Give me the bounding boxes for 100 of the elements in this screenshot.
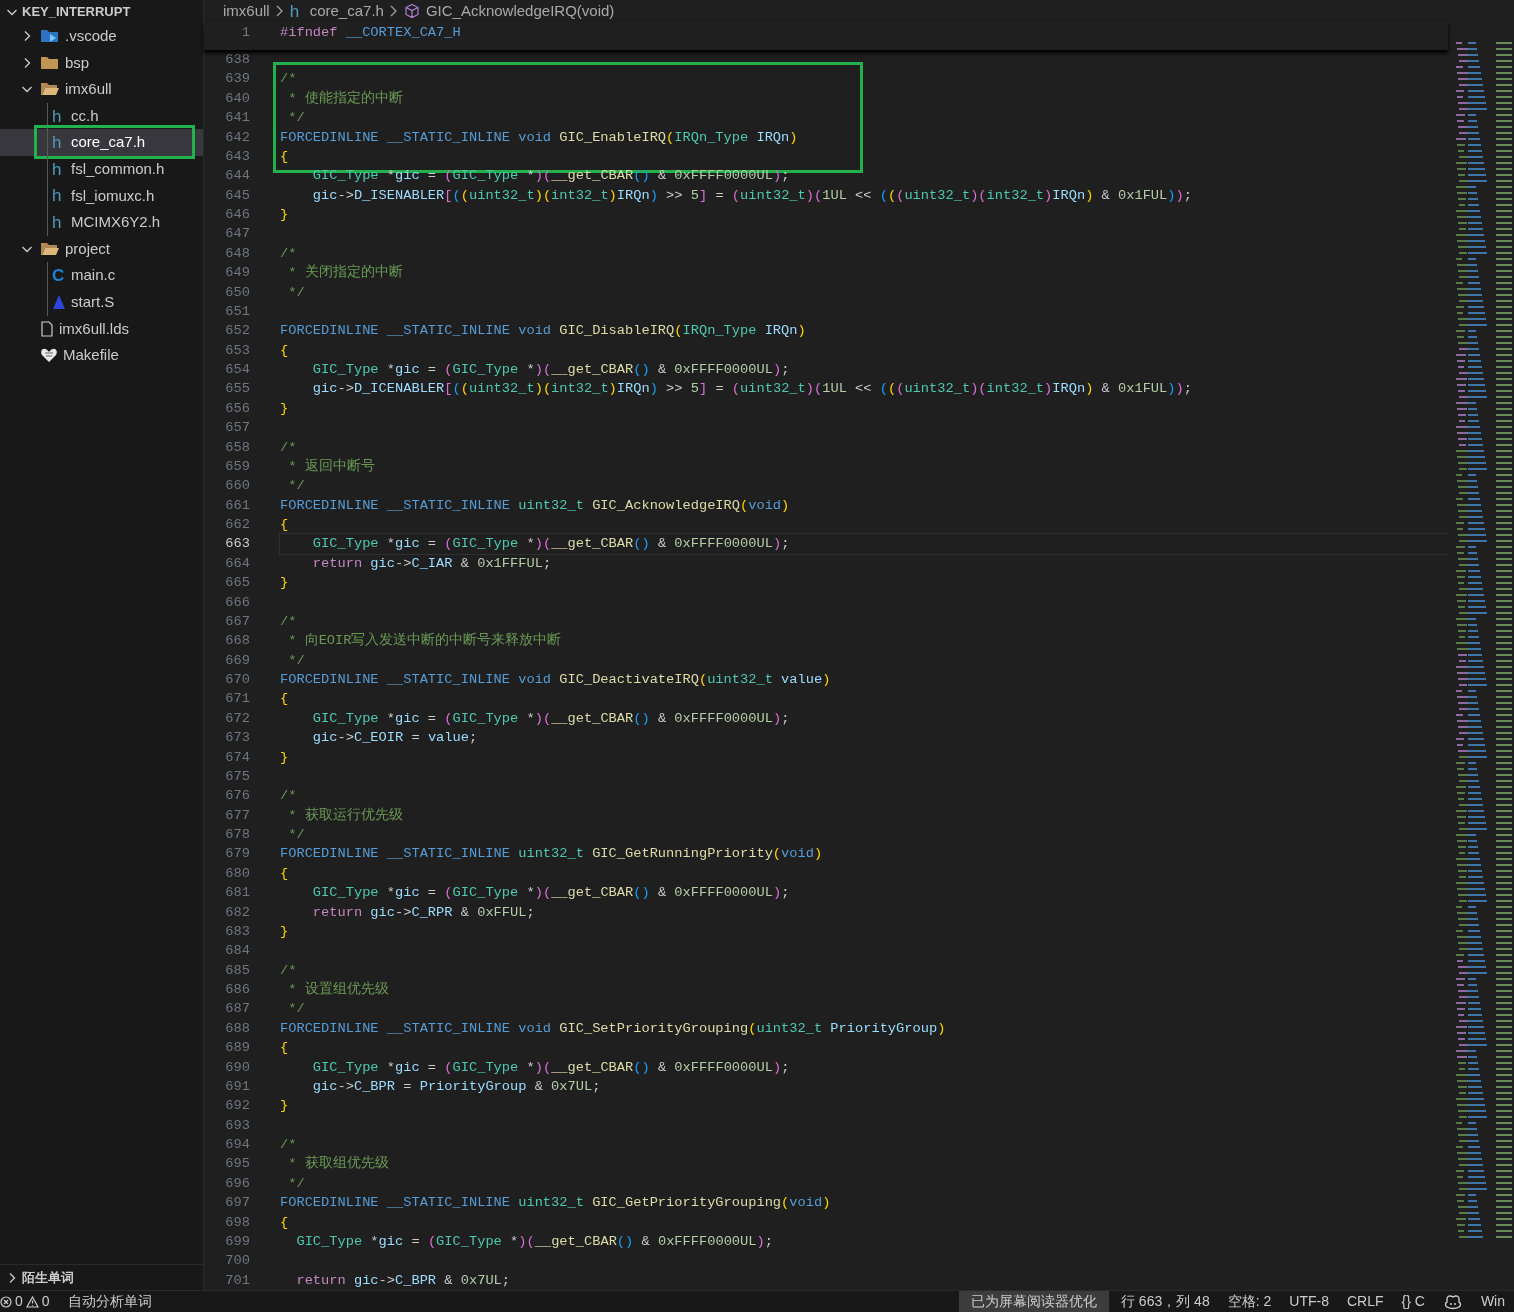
line-number: 696 bbox=[225, 1174, 250, 1193]
line-number: 655 bbox=[225, 380, 250, 399]
explorer-header[interactable]: KEY_INTERRUPT bbox=[0, 0, 203, 23]
line-number: 676 bbox=[225, 787, 250, 806]
line-number: 687 bbox=[225, 1000, 250, 1019]
code-line: } bbox=[280, 1097, 290, 1116]
line-number: 658 bbox=[225, 438, 250, 457]
code-line: } bbox=[280, 206, 290, 224]
code-line: * 关闭指定的中断 bbox=[287, 263, 404, 283]
breadcrumb-item[interactable]: GIC_AcknowledgeIRQ(void) bbox=[403, 0, 615, 23]
line-number: 679 bbox=[225, 845, 250, 864]
code-line: FORCEDINLINE __STATIC_INLINE uint32_t GIC_GetPriorityGrouping(void) bbox=[280, 1194, 832, 1213]
code-line: return gic->C_RPR & 0xFFUL; bbox=[311, 903, 536, 922]
code-line: FORCEDINLINE __STATIC_INLINE uint32_t GIC_AcknowledgeIRQ(void) bbox=[280, 496, 791, 515]
code-line: */ bbox=[287, 477, 306, 496]
file-item[interactable]: C main.c bbox=[0, 262, 203, 289]
breadcrumb-item[interactable]: imx6ull bbox=[223, 0, 270, 23]
triangle-icon bbox=[52, 294, 66, 311]
code-line: FORCEDINLINE __STATIC_INLINE void GIC_DeactivateIRQ(uint32_t value) bbox=[280, 671, 832, 689]
folder-icon bbox=[40, 28, 60, 45]
line-number: 692 bbox=[225, 1097, 250, 1116]
line-number: 668 bbox=[225, 632, 250, 651]
line-number: 650 bbox=[225, 283, 250, 302]
line-number: 685 bbox=[225, 961, 250, 980]
file-item[interactable]: h core_ca7.h bbox=[0, 129, 203, 156]
line-number: 663 bbox=[225, 535, 250, 554]
folder-item[interactable]: bsp bbox=[0, 49, 203, 77]
line-number: 664 bbox=[225, 554, 250, 573]
file-item[interactable]: h fsl_iomuxc.h bbox=[0, 182, 203, 210]
status-item[interactable]: CRLF bbox=[1337, 1291, 1393, 1312]
code-line: GIC_Type *gic = (GIC_Type *)(__get_CBAR() & 0xFFFF0000UL); bbox=[311, 361, 791, 379]
line-number: 684 bbox=[225, 942, 250, 961]
code-line: GIC_Type *gic = (GIC_Type *)(__get_CBAR() & 0xFFFF0000UL); bbox=[311, 709, 791, 728]
line-number: 645 bbox=[225, 186, 250, 205]
cube-icon bbox=[403, 3, 420, 19]
status-item[interactable]: Win bbox=[1471, 1291, 1514, 1312]
line-number: 665 bbox=[225, 574, 250, 593]
file-item[interactable]: Makefile bbox=[0, 342, 203, 369]
code-line: /* bbox=[280, 1136, 298, 1154]
folder-icon bbox=[40, 54, 60, 71]
line-number: 657 bbox=[225, 419, 250, 438]
line-number: 675 bbox=[225, 767, 250, 786]
sticky-code-line: #ifndef __CORTEX_CA7_H bbox=[280, 24, 461, 42]
code-line: * 设置组优先级 bbox=[287, 980, 390, 999]
line-number: 680 bbox=[225, 864, 250, 883]
line-number: 678 bbox=[225, 826, 250, 844]
status-item[interactable]: 自动分析单词 bbox=[67, 1291, 152, 1312]
file-item[interactable]: imx6ull.lds bbox=[0, 315, 203, 343]
line-number: 659 bbox=[225, 457, 250, 476]
breadcrumb-item[interactable]: h core_ca7.h bbox=[289, 0, 384, 23]
status-item[interactable]: UTF-8 bbox=[1280, 1291, 1338, 1312]
line-number: 667 bbox=[225, 612, 250, 631]
code-line: { bbox=[280, 341, 290, 360]
status-item[interactable]: 行 663，列 48 bbox=[1112, 1291, 1219, 1312]
line-number: 689 bbox=[225, 1039, 250, 1058]
code-line: GIC_Type *gic = (GIC_Type *)(__get_CBAR() & 0xFFFF0000UL); bbox=[311, 884, 791, 903]
line-number: 691 bbox=[225, 1077, 250, 1096]
code-line: */ bbox=[287, 1000, 306, 1019]
line-number: 700 bbox=[225, 1252, 250, 1271]
code-line: GIC_Type *gic = (GIC_Type *)(__get_CBAR() & 0xFFFF0000UL); bbox=[311, 1058, 791, 1077]
code-line: } bbox=[280, 748, 290, 767]
code-line: GIC_Type *gic = (GIC_Type *)(__get_CBAR() & 0xFFFF0000UL); bbox=[295, 1232, 774, 1251]
status-item[interactable]: {} C bbox=[1392, 1291, 1434, 1312]
line-number: 698 bbox=[225, 1213, 250, 1232]
line-number: 660 bbox=[225, 477, 250, 496]
code-line: gic->D_ICENABLER[((uint32_t)(int32_t)IRQn) >> 5] = (uint32_t)(1UL << (((uint32_t)(int32_t)IRQn) & 0x1FUL)); bbox=[311, 380, 1193, 399]
file-item[interactable]: h MCIMX6Y2.h bbox=[0, 209, 203, 236]
code-line: */ bbox=[287, 826, 306, 844]
code-line: return gic->C_BPR & 0x7UL; bbox=[295, 1271, 512, 1290]
line-number: 694 bbox=[225, 1136, 250, 1154]
code-line: GIC_Type *gic = (GIC_Type *)(__get_CBAR() & 0xFFFF0000UL); bbox=[311, 167, 791, 186]
open-folder-icon bbox=[40, 241, 60, 258]
line-number: 683 bbox=[225, 922, 250, 941]
line-number: 669 bbox=[225, 651, 250, 670]
line-number: 639 bbox=[225, 70, 250, 89]
status-item[interactable]: 空格: 2 bbox=[1218, 1291, 1281, 1312]
line-number: 697 bbox=[225, 1194, 250, 1213]
code-line: } bbox=[280, 399, 290, 418]
code-line: } bbox=[280, 574, 290, 593]
code-line: */ bbox=[287, 109, 306, 128]
line-number: 656 bbox=[225, 399, 250, 418]
code-line: FORCEDINLINE __STATIC_INLINE void GIC_EnableIRQ(IRQn_Type IRQn) bbox=[280, 128, 799, 147]
folder-item[interactable]: project bbox=[0, 235, 203, 263]
problems-indicator[interactable]: 0 0 bbox=[0, 1291, 56, 1312]
code-line: FORCEDINLINE __STATIC_INLINE void GIC_DisableIRQ(IRQn_Type IRQn) bbox=[280, 322, 807, 341]
code-line: } bbox=[280, 922, 290, 941]
code-line: /* bbox=[280, 438, 298, 457]
code-line: FORCEDINLINE __STATIC_INLINE uint32_t GIC_GetRunningPriority(void) bbox=[280, 845, 824, 864]
file-item[interactable]: h cc.h bbox=[0, 102, 203, 130]
file-item[interactable]: h fsl_common.h bbox=[0, 155, 203, 183]
file-item[interactable]: start.S bbox=[0, 288, 203, 316]
code-line: { bbox=[280, 516, 290, 534]
line-number: 688 bbox=[225, 1019, 250, 1038]
folder-item[interactable]: .vscode bbox=[0, 23, 203, 50]
line-number: 673 bbox=[225, 729, 250, 748]
code-line: /* bbox=[280, 787, 298, 806]
status-item[interactable]: 已为屏幕阅读器优化 bbox=[959, 1291, 1109, 1312]
header-file-icon: h bbox=[52, 160, 66, 178]
folder-item[interactable]: imx6ull bbox=[0, 76, 203, 103]
code-line: FORCEDINLINE __STATIC_INLINE void GIC_SetPriorityGrouping(uint32_t PriorityGroup) bbox=[280, 1019, 947, 1038]
